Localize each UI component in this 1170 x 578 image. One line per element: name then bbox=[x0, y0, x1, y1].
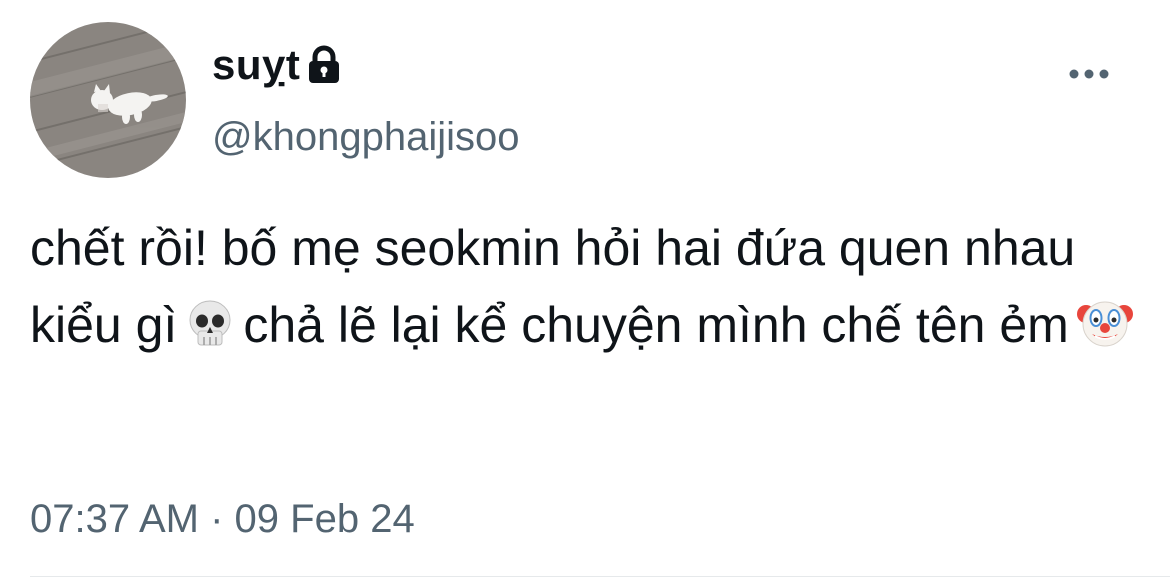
display-name[interactable]: suỵt bbox=[212, 40, 300, 90]
clown-face-emoji bbox=[1076, 294, 1133, 372]
tweet-text-part2: chả lẽ lại kể chuyện mình chế tên ẻm bbox=[243, 297, 1069, 353]
divider bbox=[30, 576, 1170, 577]
skull-emoji bbox=[185, 295, 235, 372]
more-horizontal-icon bbox=[1069, 69, 1109, 79]
tweet-timestamp[interactable]: 07:37 AM · 09 Feb 24 bbox=[30, 494, 415, 544]
lock-icon bbox=[306, 45, 342, 85]
user-handle[interactable]: @khongphaijisoo bbox=[212, 112, 519, 162]
avatar-image bbox=[30, 22, 186, 178]
avatar[interactable] bbox=[30, 22, 186, 178]
tweet-text: chết rồi! bố mẹ seokmin hỏi hai đứa quen… bbox=[30, 210, 1150, 372]
author-name-row: suỵt bbox=[212, 40, 342, 90]
more-options-button[interactable] bbox=[1064, 52, 1114, 96]
